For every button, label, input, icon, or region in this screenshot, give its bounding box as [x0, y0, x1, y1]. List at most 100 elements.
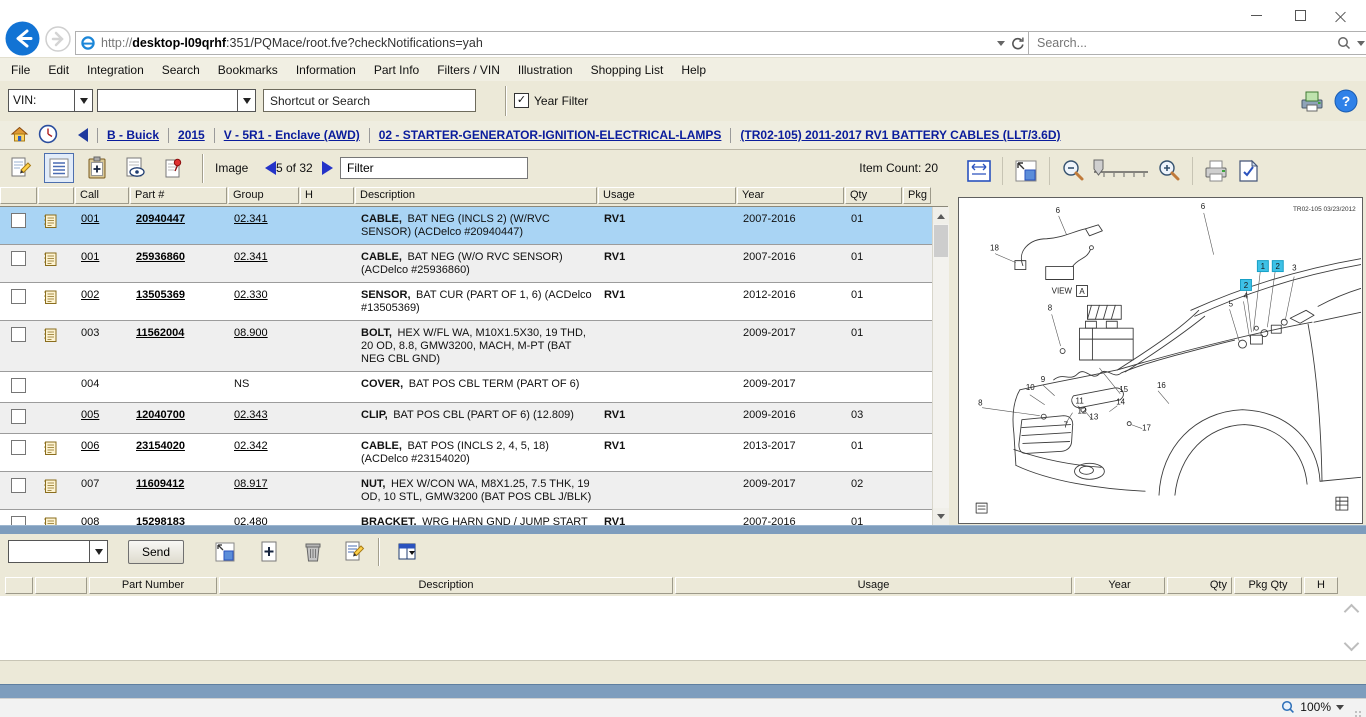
call-number[interactable]: 005: [81, 409, 99, 421]
callout-label[interactable]: 9: [1041, 375, 1046, 384]
zoom-slider[interactable]: [1089, 155, 1153, 187]
breadcrumb-link[interactable]: V - 5R1 - Enclave (AWD): [224, 128, 360, 142]
callout-label[interactable]: 7: [1064, 421, 1069, 430]
part-number-link[interactable]: 25936860: [136, 251, 185, 263]
open-window-icon[interactable]: [210, 537, 240, 567]
column-header-description[interactable]: Description: [355, 187, 597, 204]
send-button[interactable]: Send: [128, 540, 184, 564]
menu-item-information[interactable]: Information: [287, 59, 365, 82]
column-header-pkg[interactable]: Pkg: [903, 187, 931, 204]
preview-icon[interactable]: [120, 153, 150, 183]
panel-splitter[interactable]: [0, 525, 1366, 534]
menu-item-bookmarks[interactable]: Bookmarks: [209, 59, 287, 82]
year-filter-checkbox[interactable]: ✓ Year Filter: [514, 93, 588, 108]
callout-label[interactable]: 8: [1048, 303, 1053, 312]
menu-item-integration[interactable]: Integration: [78, 59, 153, 82]
home-icon[interactable]: [10, 125, 29, 146]
part-number-link[interactable]: 12040700: [136, 409, 185, 421]
row-checkbox[interactable]: [11, 516, 26, 525]
quick-print-icon[interactable]: [1299, 88, 1325, 117]
callout-label[interactable]: 8: [978, 399, 983, 408]
shortcut-search-input[interactable]: [263, 89, 476, 112]
menu-item-edit[interactable]: Edit: [39, 59, 78, 82]
call-number[interactable]: 002: [81, 289, 99, 301]
search-input[interactable]: [1035, 35, 1331, 51]
callout-label[interactable]: 18: [990, 244, 999, 253]
column-header-call[interactable]: Call: [75, 187, 129, 204]
resize-grip[interactable]: [1359, 711, 1361, 713]
vertical-scrollbar[interactable]: [932, 207, 949, 525]
illustration-notes-icon[interactable]: [1232, 155, 1264, 187]
callout-label[interactable]: 4: [1243, 291, 1248, 300]
illustration-panel[interactable]: TR02-105 03/23/2012: [958, 197, 1363, 524]
refresh-icon[interactable]: [1010, 36, 1025, 51]
parts-table-row[interactable]: 004NSCOVER, BAT POS CBL TERM (PART OF 6)…: [0, 372, 932, 403]
breadcrumb-link[interactable]: (TR02-105) 2011-2017 RV1 BATTERY CABLES …: [740, 128, 1060, 142]
column-header-usage[interactable]: Usage: [598, 187, 736, 204]
breadcrumb-link[interactable]: 02 - STARTER-GENERATOR-IGNITION-ELECTRIC…: [379, 128, 722, 142]
breadcrumb-link[interactable]: 2015: [178, 128, 205, 142]
list-column-header-pkg-qty[interactable]: Pkg Qty: [1234, 577, 1302, 594]
note-icon[interactable]: [44, 258, 58, 270]
call-number[interactable]: 008: [81, 516, 99, 525]
menu-item-file[interactable]: File: [2, 59, 39, 82]
previous-image-icon[interactable]: [258, 161, 276, 175]
clipboard-add-icon[interactable]: [82, 153, 112, 183]
note-icon[interactable]: [44, 220, 58, 232]
note-icon[interactable]: [44, 485, 58, 497]
menu-item-shopping-list[interactable]: Shopping List: [582, 59, 673, 82]
help-icon[interactable]: ?: [1334, 89, 1358, 116]
list-column-header-qty[interactable]: Qty: [1167, 577, 1232, 594]
zoom-out-icon[interactable]: [1057, 155, 1089, 187]
callout-label[interactable]: 14: [1116, 398, 1125, 407]
parts-table-row[interactable]: 0081529818302.480BRACKET, WRG HARN GND /…: [0, 510, 932, 525]
back-button[interactable]: [5, 21, 40, 56]
list-column-header-part-number[interactable]: Part Number: [89, 577, 217, 594]
delete-item-icon[interactable]: [298, 537, 328, 567]
group-code[interactable]: 02.330: [234, 289, 268, 301]
group-code[interactable]: 08.917: [234, 478, 268, 490]
menu-item-filters-vin[interactable]: Filters / VIN: [428, 59, 509, 82]
close-button[interactable]: [1326, 6, 1354, 24]
destination-select[interactable]: [8, 540, 108, 563]
parts-table-row[interactable]: 0071160941208.917NUT, HEX W/CON WA, M8X1…: [0, 472, 932, 510]
menu-item-help[interactable]: Help: [672, 59, 715, 82]
parts-list-icon[interactable]: [44, 153, 74, 183]
call-number[interactable]: 001: [81, 251, 99, 263]
list-column-header-usage[interactable]: Usage: [675, 577, 1072, 594]
parts-table-row[interactable]: 0021350536902.330SENSOR, BAT CUR (PART O…: [0, 283, 932, 321]
browser-search-box[interactable]: [1028, 31, 1366, 55]
row-checkbox[interactable]: [11, 289, 26, 304]
add-item-icon[interactable]: [254, 537, 284, 567]
vin-select[interactable]: VIN:: [8, 89, 93, 112]
address-bar[interactable]: http://desktop-l09qrhf:351/PQMace/root.f…: [75, 31, 1030, 55]
breadcrumb-link[interactable]: B - Buick: [107, 128, 159, 142]
column-header-part-[interactable]: Part #: [130, 187, 227, 204]
callout-label[interactable]: 3: [1292, 264, 1297, 273]
callout-label[interactable]: 13: [1089, 413, 1098, 422]
highlighted-callout-label[interactable]: 2: [1244, 281, 1249, 290]
menu-item-illustration[interactable]: Illustration: [509, 59, 582, 82]
part-number-link[interactable]: 15298183: [136, 516, 185, 525]
list-column-header-year[interactable]: Year: [1074, 577, 1165, 594]
pin-note-icon[interactable]: [158, 153, 188, 183]
row-checkbox[interactable]: [11, 251, 26, 266]
vehicle-select[interactable]: [97, 89, 256, 112]
row-checkbox[interactable]: [11, 478, 26, 493]
note-icon[interactable]: [44, 296, 58, 308]
parts-table-row[interactable]: 0051204070002.343CLIP, BAT POS CBL (PART…: [0, 403, 932, 434]
url-dropdown-icon[interactable]: [997, 41, 1005, 50]
callout-label[interactable]: 11: [1076, 397, 1085, 406]
callout-label[interactable]: 15: [1119, 385, 1128, 394]
group-code[interactable]: 02.343: [234, 409, 268, 421]
edit-item-icon[interactable]: [340, 537, 370, 567]
row-checkbox[interactable]: [11, 440, 26, 455]
part-number-link[interactable]: 11562004: [136, 327, 184, 339]
call-number[interactable]: 006: [81, 440, 99, 452]
column-header-blank[interactable]: [0, 187, 37, 204]
forward-button[interactable]: [45, 26, 71, 52]
column-header-qty[interactable]: Qty: [845, 187, 902, 204]
callout-label[interactable]: 17: [1142, 424, 1151, 433]
part-number-link[interactable]: 20940447: [136, 213, 185, 225]
minimize-button[interactable]: [1242, 6, 1270, 24]
